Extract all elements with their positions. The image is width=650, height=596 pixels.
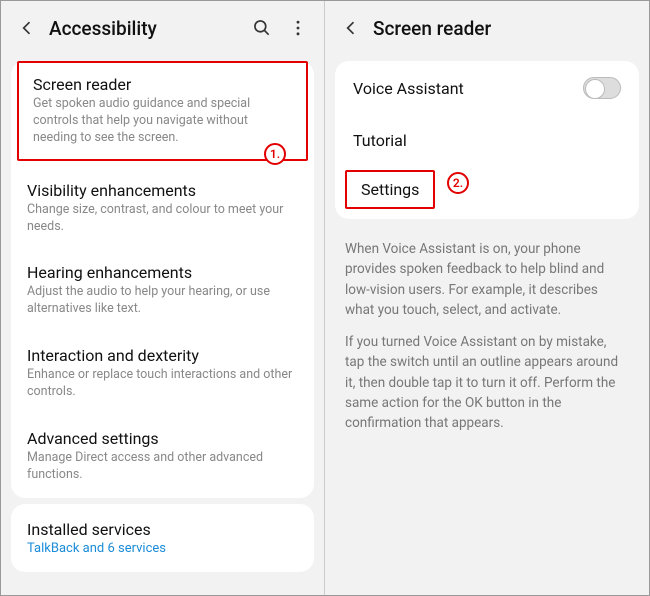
screen-reader-panel: Screen reader Voice Assistant Tutorial S… [325, 1, 649, 595]
item-title: Visibility enhancements [27, 181, 298, 200]
chevron-left-icon [17, 18, 37, 38]
installed-services-card: Installed services TalkBack and 6 servic… [11, 504, 314, 572]
search-button[interactable] [244, 10, 280, 46]
header: Screen reader [325, 1, 649, 55]
interaction-dexterity-item[interactable]: Interaction and dexterity Enhance or rep… [11, 332, 314, 415]
row-title: Tutorial [353, 131, 407, 150]
item-desc: Manage Direct access and other advanced … [27, 450, 298, 484]
item-desc: Adjust the audio to help your hearing, o… [27, 284, 298, 318]
search-icon [252, 18, 272, 38]
info-text-2: If you turned Voice Assistant on by mist… [325, 324, 649, 437]
chevron-left-icon [341, 18, 361, 38]
back-button[interactable] [333, 10, 369, 46]
page-title: Screen reader [373, 17, 641, 40]
visibility-enhancements-item[interactable]: Visibility enhancements Change size, con… [11, 167, 314, 250]
advanced-settings-item[interactable]: Advanced settings Manage Direct access a… [11, 415, 314, 498]
installed-services-item[interactable]: Installed services TalkBack and 6 servic… [11, 508, 314, 568]
accessibility-panel: Accessibility Screen reader Get spoken a… [1, 1, 325, 595]
settings-row[interactable]: Settings [345, 170, 435, 209]
screen-reader-item[interactable]: Screen reader Get spoken audio guidance … [17, 61, 308, 161]
back-button[interactable] [9, 10, 45, 46]
voice-assistant-toggle[interactable] [583, 77, 621, 99]
step-badge-2: 2. [447, 172, 469, 194]
page-title: Accessibility [49, 17, 244, 40]
item-title: Screen reader [33, 75, 292, 94]
hearing-enhancements-item[interactable]: Hearing enhancements Adjust the audio to… [11, 249, 314, 332]
row-title: Voice Assistant [353, 79, 464, 98]
step-badge-1: 1. [264, 143, 286, 165]
header: Accessibility [1, 1, 324, 55]
more-vert-icon [288, 18, 308, 38]
row-title: Settings [361, 180, 419, 199]
item-title: Advanced settings [27, 429, 298, 448]
item-desc: Change size, contrast, and colour to mee… [27, 202, 298, 236]
screen-reader-card: Voice Assistant Tutorial Settings 2. [335, 61, 639, 219]
item-title: Installed services [27, 520, 298, 539]
item-desc: Get spoken audio guidance and special co… [33, 96, 292, 147]
more-button[interactable] [280, 10, 316, 46]
main-settings-card: Screen reader Get spoken audio guidance … [11, 61, 314, 498]
info-text-1: When Voice Assistant is on, your phone p… [325, 225, 649, 324]
tutorial-row[interactable]: Tutorial [335, 115, 639, 166]
item-desc: Enhance or replace touch interactions an… [27, 367, 298, 401]
item-title: Interaction and dexterity [27, 346, 298, 365]
voice-assistant-row[interactable]: Voice Assistant [335, 61, 639, 115]
item-title: Hearing enhancements [27, 263, 298, 282]
item-link: TalkBack and 6 services [27, 541, 298, 556]
